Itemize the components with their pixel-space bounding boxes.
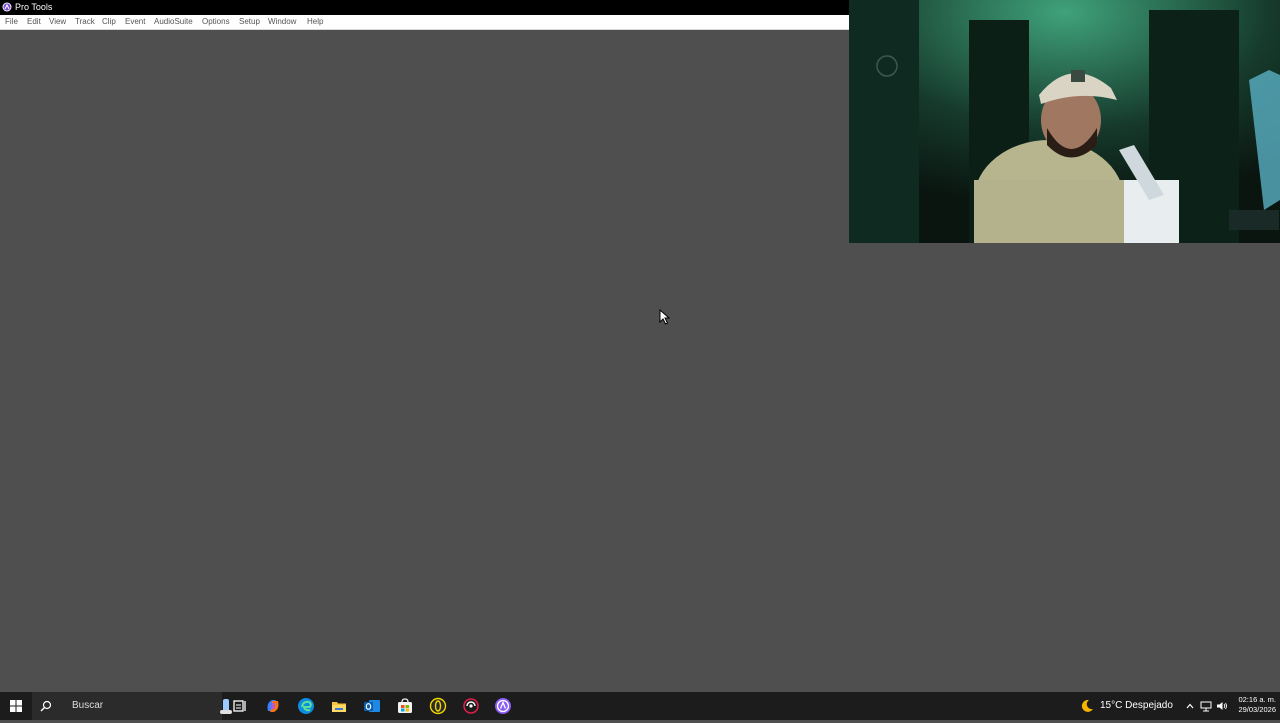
menu-audiosuite[interactable]: AudioSuite: [153, 15, 194, 29]
pro-tools-logo-icon: [2, 2, 12, 12]
menu-file[interactable]: File: [4, 15, 19, 29]
task-view-icon[interactable]: [231, 697, 249, 715]
search-icon: [40, 700, 52, 712]
menu-view[interactable]: View: [48, 15, 67, 29]
edge-browser-icon[interactable]: [297, 697, 315, 715]
webcam-feed-image: [849, 0, 1280, 243]
microsoft-store-icon[interactable]: [396, 697, 414, 715]
windows-logo-icon: [10, 700, 22, 712]
menu-help[interactable]: Help: [306, 15, 324, 29]
window-title: Pro Tools: [15, 2, 53, 12]
pro-tools-taskbar-icon[interactable]: [494, 697, 512, 715]
mouse-cursor-icon: [659, 309, 671, 325]
weather-text: 15°C Despejado: [1100, 700, 1173, 711]
menu-clip[interactable]: Clip: [101, 15, 117, 29]
file-explorer-icon[interactable]: [330, 697, 348, 715]
menu-setup[interactable]: Setup: [238, 15, 261, 29]
start-button[interactable]: [0, 692, 32, 720]
copilot-icon[interactable]: [264, 697, 282, 715]
taskbar: Buscar 15°C Despejado 02:16 a. m. 29/03/…: [0, 692, 1280, 720]
network-icon[interactable]: [1200, 700, 1212, 712]
menu-track[interactable]: Track: [74, 15, 96, 29]
chevron-up-icon[interactable]: [1184, 700, 1196, 712]
menu-event[interactable]: Event: [124, 15, 146, 29]
webcam-overlay: [849, 0, 1280, 243]
menu-options[interactable]: Options: [201, 15, 231, 29]
clock-date: 29/03/2026: [1238, 705, 1276, 714]
menu-edit[interactable]: Edit: [26, 15, 42, 29]
clock-time: 02:16 a. m.: [1238, 695, 1276, 704]
menu-window[interactable]: Window: [267, 15, 297, 29]
menu-bar: File Edit View Track Clip Event AudioSui…: [0, 15, 849, 30]
speaker-icon[interactable]: [1216, 700, 1228, 712]
taskbar-clock[interactable]: 02:16 a. m. 29/03/2026: [1232, 695, 1276, 715]
red-circle-app-icon[interactable]: [462, 697, 480, 715]
search-placeholder: Buscar: [72, 700, 104, 711]
yellow-ring-app-icon[interactable]: [429, 697, 447, 715]
outlook-icon[interactable]: [363, 697, 381, 715]
moon-icon: [1081, 699, 1093, 712]
taskbar-search-box[interactable]: Buscar: [32, 692, 232, 720]
